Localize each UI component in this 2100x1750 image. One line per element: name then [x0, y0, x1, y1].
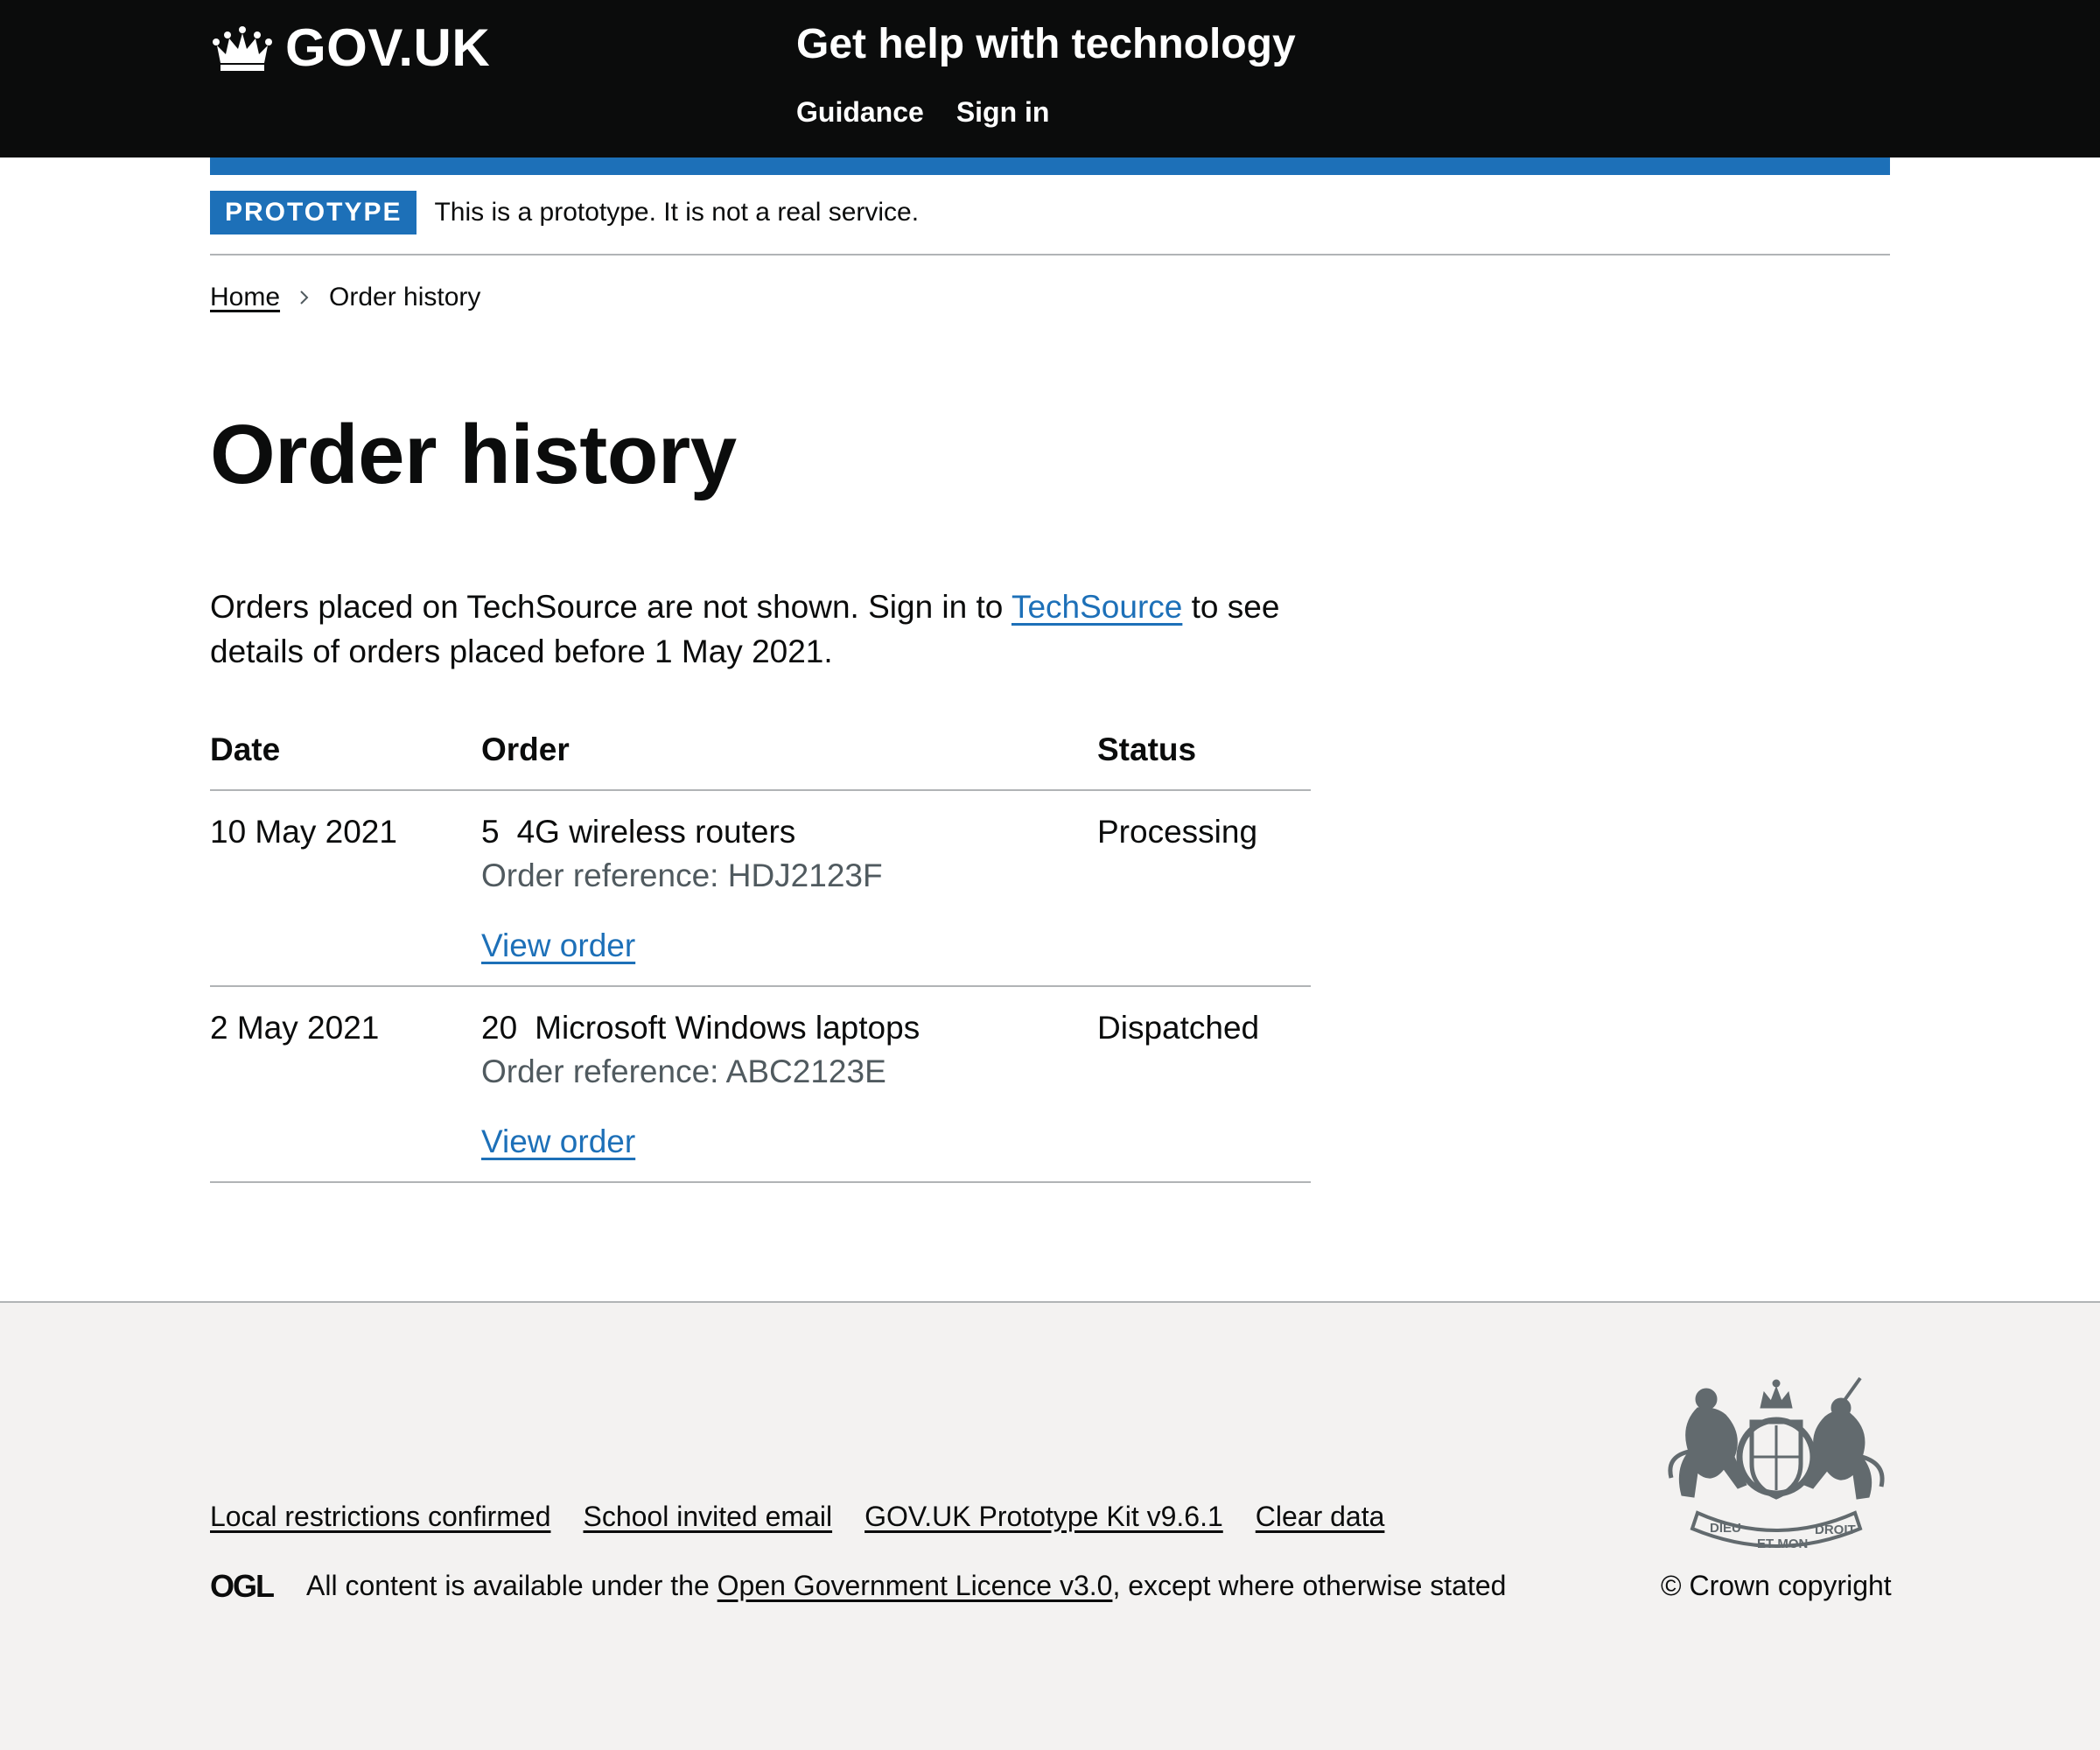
svg-text:OGL: OGL: [210, 1571, 274, 1600]
breadcrumb-home-link[interactable]: Home: [210, 280, 280, 315]
crown-copyright: © Crown copyright: [1661, 1568, 1892, 1603]
nav-sign-in-link[interactable]: Sign in: [956, 94, 1050, 130]
footer-link-local-restrictions[interactable]: Local restrictions confirmed: [210, 1499, 550, 1534]
crown-copyright-link[interactable]: © Crown copyright: [1661, 1570, 1892, 1601]
phase-banner-text: This is a prototype. It is not a real se…: [434, 198, 920, 227]
techsource-link[interactable]: TechSource: [1012, 589, 1182, 625]
order-item: 20 Microsoft Windows laptops: [481, 1006, 1097, 1050]
svg-text:ET MON: ET MON: [1757, 1536, 1808, 1551]
header-nav: Guidance Sign in: [796, 94, 1049, 130]
service-name-link[interactable]: Get help with technology: [796, 18, 1296, 72]
footer-link-clear-data[interactable]: Clear data: [1256, 1499, 1385, 1534]
order-status: Dispatched: [1097, 986, 1311, 1183]
page-title: Order history: [210, 408, 737, 501]
order-date: 10 May 2021: [210, 790, 481, 987]
royal-coat-of-arms-icon: DIEU ET MON DROIT: [1668, 1376, 1885, 1551]
order-status: Processing: [1097, 790, 1311, 987]
site-footer: Local restrictions confirmed School invi…: [0, 1301, 2100, 1750]
order-item-name: Microsoft Windows laptops: [535, 1010, 920, 1046]
licence-text-after: , except where otherwise stated: [1112, 1570, 1507, 1601]
intro-text-before: Orders placed on TechSource are not show…: [210, 589, 1012, 625]
order-details: 5 4G wireless routers Order reference: HD…: [481, 790, 1097, 987]
column-header-status: Status: [1097, 723, 1311, 791]
header-blue-bar: [210, 158, 1890, 175]
nav-guidance-link[interactable]: Guidance: [796, 94, 924, 130]
column-header-date: Date: [210, 723, 481, 791]
phase-banner: PROTOTYPE This is a prototype. It is not…: [210, 175, 1890, 256]
logo-text: GOV.UK: [285, 18, 491, 77]
table-row: 10 May 2021 5 4G wireless routers Order r…: [210, 790, 1311, 987]
crown-icon: [213, 25, 272, 71]
order-item: 5 4G wireless routers: [481, 810, 1097, 854]
view-order-link[interactable]: View order: [481, 1120, 635, 1164]
order-date: 2 May 2021: [210, 986, 481, 1183]
order-item-name: 4G wireless routers: [516, 814, 796, 850]
column-header-order: Order: [481, 723, 1097, 791]
licence-text-before: All content is available under the: [306, 1570, 718, 1601]
table-row: 2 May 2021 20 Microsoft Windows laptops O…: [210, 986, 1311, 1183]
view-order-link[interactable]: View order: [481, 924, 635, 968]
site-header: GOV.UK Get help with technology Guidance…: [0, 0, 2100, 158]
order-quantity: 20: [481, 1010, 518, 1046]
open-government-licence-link[interactable]: Open Government Licence v3.0: [718, 1570, 1113, 1601]
breadcrumb-current: Order history: [329, 283, 481, 312]
order-reference: Order reference: HDJ2123F: [481, 858, 883, 893]
order-history-table: Date Order Status 10 May 2021 5 4G wirele…: [210, 723, 1311, 1183]
govuk-logo-link[interactable]: GOV.UK: [210, 18, 490, 78]
intro-paragraph: Orders placed on TechSource are not show…: [210, 584, 1312, 674]
footer-links: Local restrictions confirmed School invi…: [210, 1499, 1384, 1534]
footer-link-prototype-kit[interactable]: GOV.UK Prototype Kit v9.6.1: [864, 1499, 1223, 1534]
licence-text: All content is available under the Open …: [306, 1568, 1506, 1603]
order-details: 20 Microsoft Windows laptops Order refere…: [481, 986, 1097, 1183]
svg-text:DROIT: DROIT: [1815, 1522, 1856, 1537]
breadcrumb: Home Order history: [210, 280, 480, 315]
licence-row: OGL All content is available under the O…: [210, 1568, 1506, 1603]
chevron-right-icon: [300, 290, 309, 304]
ogl-logo-icon: OGL: [210, 1571, 276, 1600]
order-quantity: 5: [481, 814, 500, 850]
table-header-row: Date Order Status: [210, 723, 1311, 791]
order-reference: Order reference: ABC2123E: [481, 1054, 886, 1089]
footer-link-school-invited-email[interactable]: School invited email: [583, 1499, 832, 1534]
phase-tag: PROTOTYPE: [210, 191, 417, 234]
svg-text:DIEU: DIEU: [1710, 1521, 1741, 1536]
